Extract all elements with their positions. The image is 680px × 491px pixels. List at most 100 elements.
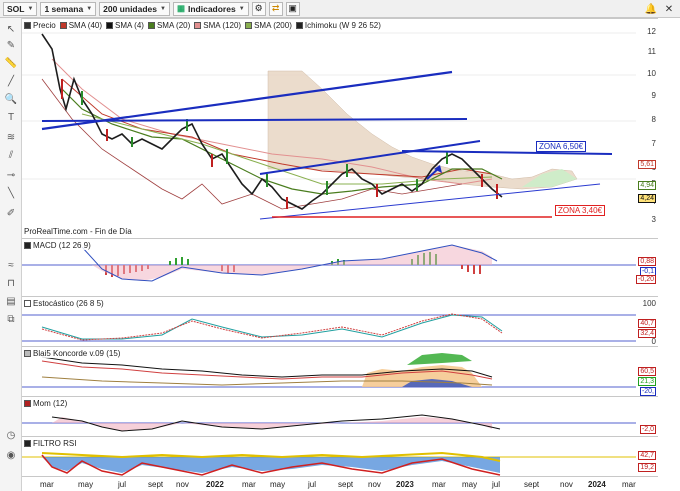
- sync-icon[interactable]: ⇄: [268, 1, 283, 16]
- price-tick: 9: [651, 91, 656, 100]
- brush-icon[interactable]: ✐: [3, 206, 19, 220]
- rsi-legend: FILTRO RSI: [24, 439, 77, 448]
- close-icon[interactable]: ✕: [662, 2, 676, 16]
- month-tick-label: may: [462, 480, 478, 489]
- momentum-area: [52, 417, 492, 431]
- koncorde-badge: 60,5: [638, 367, 656, 376]
- chevron-down-icon: ▼: [160, 5, 166, 12]
- legend-label: Precio: [33, 21, 56, 30]
- price-tick: 10: [647, 69, 656, 78]
- units-label: 200 unidades: [103, 3, 157, 14]
- copy-icon[interactable]: ⧉: [3, 312, 19, 326]
- momentum-swatch: [24, 400, 31, 407]
- koncorde-swatch: [24, 350, 31, 357]
- month-tick-label: sept: [148, 480, 164, 489]
- line-tool-icon[interactable]: ╲: [3, 186, 19, 200]
- channel-icon[interactable]: ⫽: [3, 148, 19, 162]
- price-tick: 12: [647, 27, 656, 36]
- macd-panel: MACD (12 26 9) 0,88 -0,1 -0,20: [22, 238, 658, 296]
- stochastic-swatch: [24, 300, 31, 307]
- rsi-badge: 19,2: [638, 463, 656, 472]
- macd-label: MACD (12 26 9): [33, 241, 91, 250]
- price-badge: 5,61: [638, 160, 656, 169]
- legend-item[interactable]: SMA (200): [245, 21, 292, 30]
- drawing-tools-bar: ↖ ✎ 📏 ╱ 🔍 T ≋ ⫽ ⊸ ╲ ✐ ≈ ⊓ ▤ ⧉ ◷ ◉: [0, 18, 22, 491]
- indicators-button[interactable]: ▦ Indicadores ▼: [172, 1, 249, 16]
- chevron-down-icon: ▼: [27, 5, 34, 12]
- month-tick-label: jul: [308, 480, 317, 489]
- month-tick-label: mar: [622, 480, 636, 489]
- text-tool-icon[interactable]: T: [3, 110, 19, 124]
- month-tick-label: may: [78, 480, 94, 489]
- ichimoku-cloud: [267, 70, 578, 190]
- pencil-icon[interactable]: ✎: [3, 38, 19, 52]
- cursor-icon[interactable]: ↖: [3, 22, 19, 36]
- period-label: 1 semana: [44, 3, 84, 14]
- stochastic-label: Estocástico (26 8 5): [33, 299, 104, 308]
- chart-settings-icon[interactable]: ⚙: [251, 1, 266, 16]
- rsi-panel: FILTRO RSI 42,7 19,2: [22, 436, 658, 476]
- legend-item[interactable]: SMA (20): [147, 21, 191, 30]
- clock-icon[interactable]: ◷: [3, 428, 19, 442]
- year-tick-label: 2022: [206, 480, 224, 489]
- template-icon[interactable]: ▤: [3, 294, 19, 308]
- trendline-icon[interactable]: ╱: [3, 74, 19, 88]
- chart-toolbar: SOL ▼ 1 semana ▼ 200 unidades ▼ ▦ Indicador…: [0, 0, 680, 18]
- units-selector[interactable]: 200 unidades ▼: [99, 1, 170, 16]
- legend-swatch: [147, 22, 155, 29]
- koncorde-badge: 21,3: [638, 377, 656, 386]
- indicator-tool-icon[interactable]: ≈: [3, 258, 19, 272]
- month-tick-label: may: [270, 480, 286, 489]
- stochastic-tick: 0: [651, 337, 656, 346]
- macd-area: [92, 245, 492, 281]
- month-tick-label: mar: [242, 480, 256, 489]
- price-tick: 11: [647, 47, 656, 56]
- camera-icon[interactable]: ◉: [3, 448, 19, 462]
- legend-label: SMA (20): [156, 21, 191, 30]
- month-tick-label: nov: [176, 480, 189, 489]
- bell-icon[interactable]: 🔔: [644, 2, 658, 16]
- legend-label: Ichimoku (W 9 26 52): [304, 21, 381, 30]
- legend-item[interactable]: SMA (4): [106, 21, 144, 30]
- price-tick: 8: [651, 115, 656, 124]
- legend-swatch: [59, 22, 67, 29]
- momentum-label: Mom (12): [33, 399, 68, 408]
- momentum-legend: Mom (12): [24, 399, 68, 408]
- rsi-label: FILTRO RSI: [33, 439, 77, 448]
- layout-icon[interactable]: ▣: [285, 1, 300, 16]
- stochastic-tick: 100: [642, 299, 656, 308]
- legend-label: SMA (4): [115, 21, 144, 30]
- magnet-icon[interactable]: ⊓: [3, 276, 19, 290]
- ruler-icon[interactable]: 📏: [3, 56, 19, 70]
- legend-item[interactable]: Ichimoku (W 9 26 52): [295, 21, 381, 30]
- macd-axis: 0,88 -0,1 -0,20: [636, 239, 658, 297]
- rsi-axis: 42,7 19,2: [636, 437, 658, 477]
- node-icon[interactable]: ⊸: [3, 168, 19, 182]
- koncorde-legend: Blai5 Koncorde v.09 (15): [24, 349, 121, 358]
- window-controls: 🔔 ✕: [644, 2, 676, 16]
- price-axis: 12 11 10 9 8 7 6 5 4 3 5,61 4,94 4,24: [636, 19, 658, 239]
- stochastic-legend: Estocástico (26 8 5): [24, 299, 104, 308]
- ichimoku-lagging-line: [41, 78, 463, 210]
- legend-swatch: [106, 22, 114, 29]
- macd-swatch: [24, 242, 31, 249]
- period-selector[interactable]: 1 semana ▼: [40, 1, 97, 16]
- price-badge: 4,24: [638, 194, 656, 203]
- indicators-label: Indicadores: [187, 3, 236, 14]
- zoom-icon[interactable]: 🔍: [3, 92, 19, 106]
- add-indicator-icon: ▦: [176, 3, 185, 13]
- momentum-axis: -2,0: [636, 397, 658, 437]
- legend-swatch: [194, 22, 202, 29]
- chevron-down-icon: ▼: [238, 5, 245, 12]
- momentum-chart: [22, 414, 636, 432]
- symbol-selector[interactable]: SOL ▼: [3, 1, 38, 16]
- price-panel: Precio SMA (40) SMA (4) SMA (20) SMA (120) SM…: [22, 18, 658, 238]
- legend-item[interactable]: SMA (40): [59, 21, 103, 30]
- legend-item[interactable]: SMA (120): [194, 21, 242, 30]
- legend-swatch: [245, 22, 253, 29]
- fibonacci-icon[interactable]: ≋: [3, 130, 19, 144]
- year-tick-label: 2024: [588, 480, 606, 489]
- koncorde-green-area: [407, 353, 472, 365]
- legend-item[interactable]: Precio: [24, 21, 56, 30]
- price-tick: 3: [651, 215, 656, 224]
